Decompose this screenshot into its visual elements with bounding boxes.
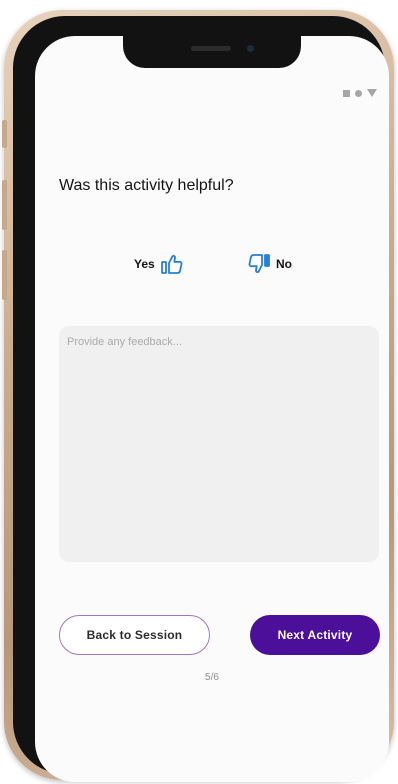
vote-no-label: No: [276, 257, 292, 271]
triangle-icon: [367, 89, 377, 97]
square-icon: [343, 89, 350, 97]
front-camera: [247, 45, 254, 52]
status-bar: [343, 89, 377, 97]
speaker-grille: [191, 46, 231, 51]
vote-no-button[interactable]: No: [248, 254, 292, 274]
page-indicator: 5/6: [205, 672, 219, 683]
dot-icon: [355, 89, 362, 97]
phone-side-button: [2, 180, 7, 230]
thumbs-down-icon: [248, 254, 270, 274]
phone-side-button: [2, 120, 7, 148]
question-title: Was this activity helpful?: [59, 177, 234, 194]
vote-yes-label: Yes: [134, 257, 155, 271]
vote-yes-button[interactable]: Yes: [134, 254, 183, 274]
phone-bezel: Was this activity helpful? Yes No Provid…: [13, 16, 389, 782]
app-screen: Was this activity helpful? Yes No Provid…: [35, 36, 389, 782]
thumbs-up-icon: [160, 254, 183, 274]
notch: [123, 36, 301, 68]
next-activity-button[interactable]: Next Activity: [250, 615, 380, 655]
phone-frame: Was this activity helpful? Yes No Provid…: [2, 10, 394, 782]
phone-side-button: [2, 250, 7, 300]
feedback-input[interactable]: [59, 326, 379, 562]
back-to-session-button[interactable]: Back to Session: [59, 615, 210, 655]
